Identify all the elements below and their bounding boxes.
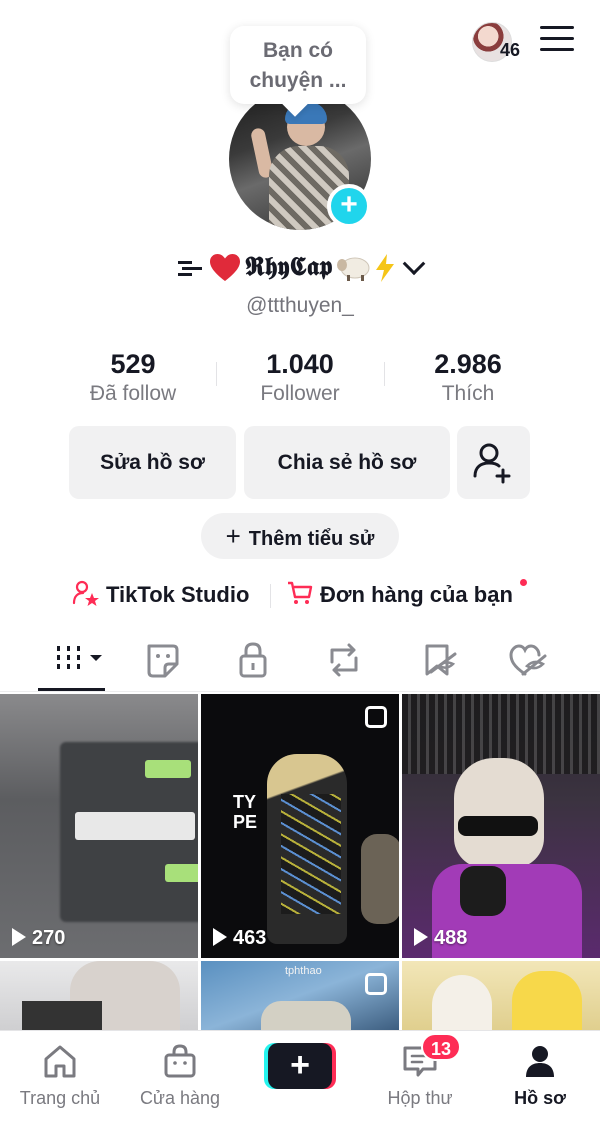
view-count: 463 — [213, 927, 266, 950]
video-thumbnail[interactable]: 270 — [0, 694, 198, 958]
menu-icon[interactable] — [540, 26, 574, 52]
links-divider — [270, 584, 271, 608]
note-bubble-text: Bạn có chuyện ... — [249, 39, 347, 92]
stat-followers[interactable]: 1.040 Follower — [220, 348, 380, 408]
sheep-icon — [337, 257, 370, 281]
followers-label: Follower — [260, 382, 340, 405]
inbox-badge: 13 — [421, 1033, 462, 1061]
stickers-icon — [147, 644, 179, 678]
nav-home[interactable]: Trang chủ — [0, 1043, 120, 1109]
orders-label: Đơn hàng của bạn — [320, 582, 513, 607]
play-icon — [213, 928, 227, 946]
orders-notification-dot — [520, 579, 527, 586]
plus-icon: + — [225, 521, 241, 551]
tab-stickers[interactable] — [133, 636, 193, 684]
tiktok-studio-label: TikTok Studio — [106, 582, 250, 607]
video-thumbnail[interactable]: tphthao — [201, 961, 399, 1030]
view-count: 270 — [12, 927, 65, 950]
tab-videos[interactable] — [50, 636, 110, 684]
add-bio-label: Thêm tiểu sử — [248, 528, 375, 550]
username: @ttthuyen_ — [246, 294, 354, 317]
private-lock-icon — [239, 642, 267, 678]
following-label: Đã follow — [89, 382, 177, 405]
profile-person-icon — [526, 1046, 554, 1077]
likes-count: 2.986 — [434, 349, 502, 379]
add-person-icon — [473, 443, 511, 484]
stat-likes[interactable]: 2.986 Thích — [388, 348, 548, 408]
video-overlay-text: tphthao — [285, 965, 322, 977]
nav-profile-label: Hồ sơ — [514, 1088, 566, 1108]
chevron-down-icon[interactable] — [402, 251, 426, 275]
multi-video-icon — [365, 706, 387, 728]
nav-shop[interactable]: Cửa hàng — [120, 1043, 240, 1109]
shop-bag-icon — [164, 1044, 196, 1078]
nav-shop-label: Cửa hàng — [139, 1088, 221, 1108]
video-thumbnail[interactable] — [402, 961, 600, 1030]
tiktok-studio-link[interactable]: TikTok Studio — [72, 578, 249, 612]
stat-following[interactable]: 529 Đã follow — [53, 348, 213, 408]
display-name: 𝕽𝖍𝖞𝕮𝖆𝖕 — [244, 252, 333, 282]
stat-divider — [216, 362, 217, 386]
nav-profile[interactable]: Hồ sơ — [480, 1043, 600, 1109]
tab-liked[interactable] — [497, 636, 557, 684]
heart-icon — [210, 253, 241, 281]
bottom-navigation: Trang chủ Cửa hàng + Hộp thư Hồ sơ — [0, 1030, 600, 1125]
add-avatar-plus-icon[interactable]: + — [327, 184, 371, 228]
notification-count[interactable]: 46 — [500, 40, 520, 61]
video-thumbnail[interactable]: 488 — [402, 694, 600, 958]
tab-favorites[interactable] — [409, 636, 469, 684]
play-icon — [414, 928, 428, 946]
add-bio-button[interactable]: + Thêm tiểu sử — [201, 513, 399, 559]
edit-profile-button[interactable]: Sửa hồ sơ — [69, 426, 236, 499]
favorites-icon — [425, 644, 457, 676]
liked-icon — [509, 644, 547, 676]
nav-home-label: Trang chủ — [19, 1088, 101, 1108]
lightning-icon — [375, 253, 394, 282]
decorative-lines-icon — [178, 260, 202, 276]
videos-grid-icon — [57, 646, 102, 669]
note-bubble[interactable]: Bạn có chuyện ... — [230, 26, 366, 104]
followers-count: 1.040 — [266, 349, 334, 379]
view-count: 488 — [414, 927, 467, 950]
cart-icon — [288, 581, 313, 604]
share-profile-button[interactable]: Chia sẻ hồ sơ — [244, 426, 450, 499]
video-overlay-text: TY PE — [233, 792, 258, 832]
plus-icon: + — [268, 1043, 332, 1089]
video-thumbnail[interactable]: TY PE 463 — [201, 694, 399, 958]
likes-label: Thích — [441, 382, 495, 405]
video-thumbnail[interactable] — [0, 961, 198, 1030]
following-count: 529 — [110, 349, 156, 379]
nav-inbox[interactable]: Hộp thư — [360, 1043, 480, 1109]
display-name-row[interactable]: 𝕽𝖍𝖞𝕮𝖆𝖕 — [0, 251, 600, 292]
creator-star-icon — [72, 580, 99, 606]
play-icon — [12, 928, 26, 946]
tabs-divider — [0, 691, 600, 692]
repost-icon — [330, 643, 358, 677]
create-button[interactable]: + — [264, 1043, 336, 1089]
multi-video-icon — [365, 973, 387, 995]
orders-link[interactable]: Đơn hàng của bạn — [286, 578, 513, 612]
home-icon — [44, 1045, 76, 1078]
tab-repost[interactable] — [314, 636, 374, 684]
nav-inbox-label: Hộp thư — [387, 1088, 453, 1108]
tab-private[interactable] — [223, 636, 283, 684]
stat-divider — [384, 362, 385, 386]
add-friend-button[interactable] — [457, 426, 530, 499]
